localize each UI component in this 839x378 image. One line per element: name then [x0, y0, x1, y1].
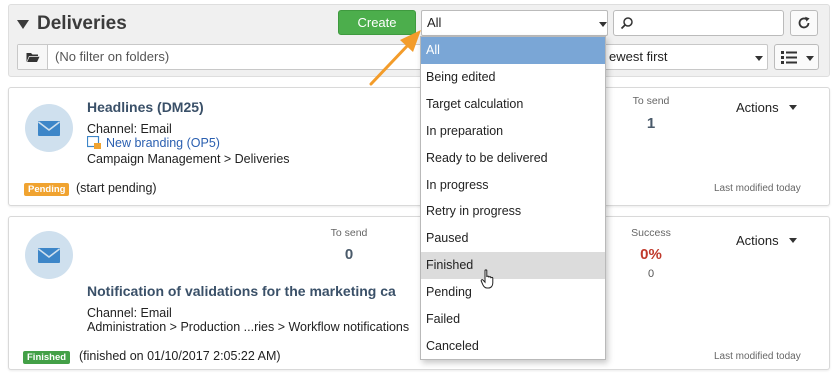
- success-count: 0: [647, 268, 655, 280]
- folder-open-icon: [26, 52, 39, 62]
- delivery-name[interactable]: Headlines (DM25): [87, 99, 204, 115]
- operation-link-text[interactable]: New branding (OP5): [106, 136, 220, 150]
- email-channel-icon: [25, 231, 73, 279]
- dropdown-option[interactable]: Pending: [421, 279, 605, 306]
- status-filter-select[interactable]: All: [421, 10, 608, 36]
- deliveries-toolbar: Deliveries Create All (No filter on fold…: [8, 4, 830, 77]
- page-title: Deliveries: [37, 13, 127, 34]
- to-send-label: To send: [330, 227, 368, 239]
- collapse-triangle-icon[interactable]: [17, 19, 29, 29]
- delivery-folder-path: Campaign Management > Deliveries: [87, 152, 290, 166]
- dropdown-option[interactable]: Paused: [421, 225, 605, 252]
- actions-label: Actions: [736, 233, 779, 248]
- dropdown-option[interactable]: All: [421, 37, 605, 64]
- chevron-down-icon: [755, 56, 763, 61]
- folder-filter-text: (No filter on folders): [55, 49, 170, 64]
- dropdown-option[interactable]: Canceled: [421, 333, 605, 360]
- status-badge: Pending: [24, 183, 70, 196]
- actions-menu[interactable]: Actions: [736, 100, 797, 115]
- dropdown-option[interactable]: Finished: [421, 252, 605, 279]
- operation-icon: [87, 136, 101, 149]
- search-icon: [620, 17, 633, 30]
- folder-picker-button[interactable]: [18, 45, 48, 69]
- hand-pointer-icon: [480, 269, 494, 289]
- chevron-down-icon: [806, 56, 814, 61]
- delivery-card[interactable]: Headlines (DM25) Channel: Email New bran…: [8, 87, 830, 206]
- actions-label: Actions: [736, 100, 779, 115]
- operation-link[interactable]: New branding (OP5): [87, 136, 220, 150]
- status-badge: Finished: [23, 351, 71, 364]
- success-percent: 0%: [640, 246, 662, 263]
- envelope-icon: [38, 247, 60, 263]
- chevron-down-icon: [788, 238, 797, 243]
- sort-select[interactable]: ewest first: [602, 44, 768, 70]
- status-text: (finished on 01/10/2017 2:05:22 AM): [79, 349, 281, 363]
- delivery-name[interactable]: Notification of validations for the mark…: [87, 283, 396, 299]
- delivery-card[interactable]: To send 0 Success 0% 0 Actions Notificat…: [8, 216, 830, 370]
- title-row[interactable]: Deliveries: [17, 13, 127, 35]
- create-button[interactable]: Create: [338, 10, 416, 35]
- refresh-button[interactable]: [790, 10, 818, 36]
- dropdown-option[interactable]: Retry in progress: [421, 198, 605, 225]
- status-filter-value: All: [427, 15, 442, 30]
- email-channel-icon: [25, 104, 73, 152]
- chevron-down-icon: [599, 22, 607, 27]
- dropdown-option[interactable]: Being edited: [421, 64, 605, 91]
- delivery-channel: Channel: Email: [87, 306, 172, 320]
- actions-menu[interactable]: Actions: [736, 233, 797, 248]
- chevron-down-icon: [788, 105, 797, 110]
- to-send-value: 0: [344, 246, 354, 263]
- status-dropdown-menu: All Being edited Target calculation In p…: [420, 36, 606, 360]
- delivery-folder-path: Administration > Production ...ries > Wo…: [87, 320, 410, 334]
- folder-filter[interactable]: (No filter on folders): [17, 44, 422, 70]
- search-input[interactable]: [613, 10, 784, 36]
- delivery-channel: Channel: Email: [87, 122, 172, 136]
- view-mode-button[interactable]: [774, 44, 819, 70]
- list-view-icon: [781, 51, 797, 64]
- to-send-value: 1: [646, 115, 656, 132]
- dropdown-option[interactable]: In preparation: [421, 118, 605, 145]
- last-modified: Last modified today: [714, 183, 801, 194]
- last-modified: Last modified today: [714, 351, 801, 362]
- to-send-label: To send: [632, 95, 670, 107]
- refresh-icon: [798, 16, 810, 29]
- success-label: Success: [631, 227, 671, 239]
- dropdown-option[interactable]: Ready to be delivered: [421, 145, 605, 172]
- status-text: (start pending): [76, 181, 157, 195]
- dropdown-option[interactable]: Target calculation: [421, 91, 605, 118]
- sort-value: ewest first: [609, 49, 668, 64]
- envelope-icon: [38, 120, 60, 136]
- dropdown-option[interactable]: Failed: [421, 306, 605, 333]
- dropdown-option[interactable]: In progress: [421, 172, 605, 199]
